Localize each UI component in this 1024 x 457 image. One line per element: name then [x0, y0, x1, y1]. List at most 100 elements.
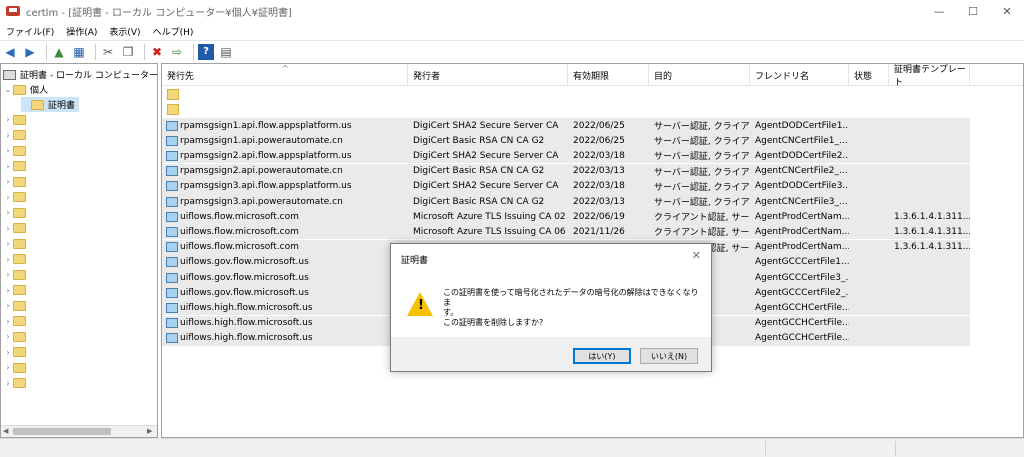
tree-item-personal[interactable]: ⌄ 個人 [3, 82, 48, 97]
column-header-status[interactable]: 状態 [849, 64, 889, 86]
copy-icon[interactable]: ❐ [120, 44, 136, 60]
cell-text: uiflows.flow.microsoft.com [180, 211, 299, 222]
dialog-message-line: この証明書を削除しますか? [443, 318, 544, 327]
tree-root[interactable]: 証明書 - ローカル コンピューター [1, 67, 157, 82]
tree-item-collapsed-folder[interactable]: › [3, 267, 30, 282]
chevron-right-icon[interactable]: › [3, 115, 13, 124]
cell-purpose: サーバー認証, クライア... [654, 137, 750, 148]
dialog-title: 証明書 [401, 256, 429, 266]
tree-item-collapsed-folder[interactable]: › [3, 376, 30, 391]
folder-icon [13, 254, 26, 264]
table-row[interactable]: rpamsgsign3.api.powerautomate.cn DigiCert… [162, 194, 970, 209]
chevron-right-icon[interactable]: › [3, 193, 13, 202]
menu-view[interactable]: 表示(V) [103, 25, 146, 38]
tree-item-collapsed-folder[interactable]: › [3, 360, 30, 375]
tree-item-collapsed-folder[interactable]: › [3, 174, 30, 189]
tree-item-collapsed-folder[interactable]: › [3, 205, 30, 220]
cell-text: rpamsgsign3.api.flow.appsplatform.us [180, 181, 352, 192]
cell-expiration: 2022/03/18 [573, 150, 625, 161]
cell-text: uiflows.flow.microsoft.com [180, 242, 299, 253]
chevron-down-icon[interactable]: ⌄ [3, 85, 13, 94]
chevron-right-icon[interactable]: › [3, 348, 13, 357]
folder-icon [13, 378, 26, 388]
column-header-purpose[interactable]: 目的 [649, 64, 750, 86]
tree-item-collapsed-folder[interactable]: › [3, 221, 30, 236]
tree-item-collapsed-folder[interactable]: › [3, 236, 30, 251]
cut-icon[interactable]: ✂ [100, 44, 116, 60]
maximize-button[interactable]: ☐ [956, 0, 990, 22]
tree-item-collapsed-folder[interactable]: › [3, 298, 30, 313]
folder-icon[interactable] [167, 89, 179, 100]
chevron-right-icon[interactable]: › [3, 162, 13, 171]
cell-issued-to: uiflows.flow.microsoft.com [162, 242, 408, 253]
folder-icon[interactable] [167, 104, 179, 115]
table-row[interactable]: rpamsgsign3.api.flow.appsplatform.us Digi… [162, 178, 970, 194]
tree-item-collapsed-folder[interactable]: › [3, 314, 30, 329]
chevron-right-icon[interactable]: › [3, 286, 13, 295]
minimize-button[interactable]: — [922, 0, 956, 22]
chevron-right-icon[interactable]: › [3, 332, 13, 341]
back-arrow-icon[interactable]: ◀ [2, 44, 18, 60]
scrollbar-thumb[interactable] [13, 428, 111, 435]
chevron-right-icon[interactable]: › [3, 224, 13, 233]
column-header-template[interactable]: 証明書テンプレート [889, 64, 970, 88]
table-row[interactable]: uiflows.flow.microsoft.com Microsoft Azur… [162, 224, 970, 240]
tree-item-collapsed-folder[interactable]: › [3, 190, 30, 205]
chevron-right-icon[interactable]: › [3, 255, 13, 264]
delete-confirm-dialog: 証明書 ✕ ! この証明書を使って暗号化されたデータの暗号化の解除はできなくなり… [390, 243, 712, 372]
menu-action[interactable]: 操作(A) [60, 25, 103, 38]
tree-item-collapsed-folder[interactable]: › [3, 143, 30, 158]
table-row[interactable]: rpamsgsign1.api.flow.appsplatform.us Digi… [162, 118, 970, 133]
scroll-right-icon[interactable]: ▶ [147, 427, 152, 435]
tree-item-certificates[interactable]: 証明書 [21, 97, 80, 112]
export-icon[interactable]: ⇨ [169, 44, 185, 60]
chevron-right-icon[interactable]: › [3, 208, 13, 217]
column-header-expiration[interactable]: 有効期限 [568, 64, 649, 86]
cell-friendly-name: AgentGCCHCertFile... [755, 318, 849, 329]
tree-item-collapsed-folder[interactable]: › [3, 112, 30, 127]
tree-item-collapsed-folder[interactable]: › [3, 283, 30, 298]
menu-help[interactable]: ヘルプ(H) [147, 25, 200, 38]
properties-icon[interactable]: ▤ [218, 44, 234, 60]
chevron-right-icon[interactable]: › [3, 379, 13, 388]
tree-item-collapsed-folder[interactable]: › [3, 345, 30, 360]
column-header-issued-by[interactable]: 発行者 [408, 64, 568, 86]
column-header-friendly-name[interactable]: フレンドリ名 [750, 64, 849, 86]
tree-item-collapsed-folder[interactable]: › [3, 159, 30, 174]
chevron-right-icon[interactable]: › [3, 177, 13, 186]
menu-bar: ファイル(F) 操作(A) 表示(V) ヘルプ(H) [0, 22, 1024, 40]
console-tree-icon[interactable]: ▦ [71, 44, 87, 60]
tree-item-collapsed-folder[interactable]: › [3, 329, 30, 344]
cell-issued-to: rpamsgsign2.api.flow.appsplatform.us [162, 150, 408, 161]
cell-text: uiflows.flow.microsoft.com [180, 226, 299, 237]
table-row[interactable]: rpamsgsign1.api.powerautomate.cn DigiCert… [162, 133, 970, 149]
cell-issued-to: uiflows.high.flow.microsoft.us [162, 318, 408, 329]
tree-item-collapsed-folder[interactable]: › [3, 252, 30, 267]
chevron-right-icon[interactable]: › [3, 270, 13, 279]
tree-item-collapsed-folder[interactable]: › [3, 128, 30, 143]
table-row[interactable]: rpamsgsign2.api.powerautomate.cn DigiCert… [162, 163, 970, 179]
up-folder-icon[interactable]: ▲ [51, 44, 67, 60]
chevron-right-icon[interactable]: › [3, 239, 13, 248]
chevron-right-icon[interactable]: › [3, 131, 13, 140]
close-button[interactable]: ✕ [990, 0, 1024, 22]
certificate-icon [166, 257, 178, 268]
chevron-right-icon[interactable]: › [3, 363, 13, 372]
folder-icon [13, 176, 26, 187]
tree-horizontal-scrollbar[interactable]: ◀ ▶ [1, 425, 157, 437]
scroll-left-icon[interactable]: ◀ [3, 427, 8, 435]
chevron-right-icon[interactable]: › [3, 317, 13, 326]
cell-expiration: 2022/03/18 [573, 181, 625, 192]
menu-file[interactable]: ファイル(F) [0, 25, 60, 38]
help-icon[interactable]: ? [198, 43, 214, 60]
table-row[interactable]: uiflows.flow.microsoft.com Microsoft Azur… [162, 209, 970, 225]
chevron-right-icon[interactable]: › [3, 146, 13, 155]
cell-purpose: サーバー認証, クライア... [654, 167, 750, 178]
dialog-close-button[interactable]: ✕ [692, 249, 701, 262]
delete-icon[interactable]: ✖ [149, 44, 165, 60]
chevron-right-icon[interactable]: › [3, 301, 13, 310]
table-row[interactable]: rpamsgsign2.api.flow.appsplatform.us Digi… [162, 148, 970, 164]
yes-button[interactable]: はい(Y) [573, 348, 631, 364]
no-button[interactable]: いいえ(N) [640, 348, 698, 364]
forward-arrow-icon[interactable]: ▶ [22, 44, 38, 60]
